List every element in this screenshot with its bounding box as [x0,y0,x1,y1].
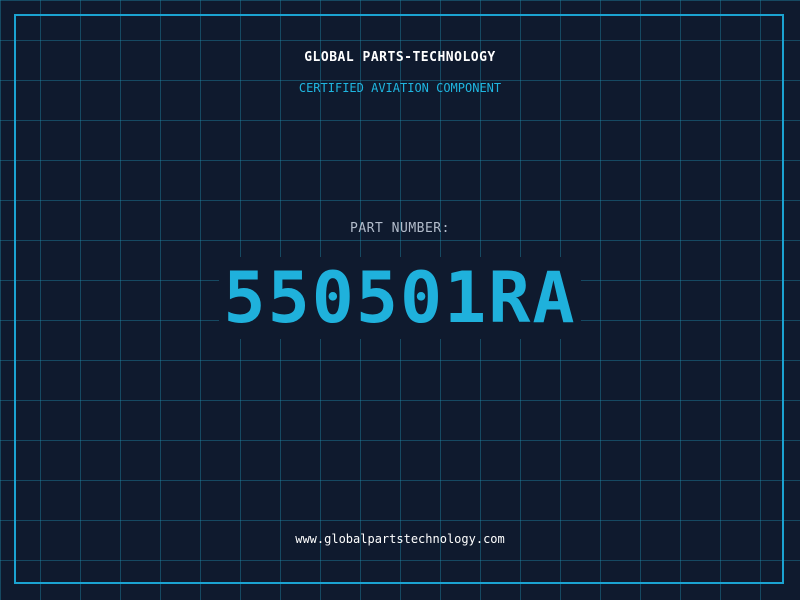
website-url: www.globalpartstechnology.com [295,532,505,546]
certification-tagline: CERTIFIED AVIATION COMPONENT [298,81,502,95]
part-number-value: 550501RA [219,257,581,339]
brand-name: GLOBAL PARTS-TECHNOLOGY [304,50,496,65]
part-number-value-wrapper: 550501RA [0,257,800,339]
part-number-label: PART NUMBER: [350,221,450,236]
part-label-card: GLOBAL PARTS-TECHNOLOGY CERTIFIED AVIATI… [0,0,800,600]
